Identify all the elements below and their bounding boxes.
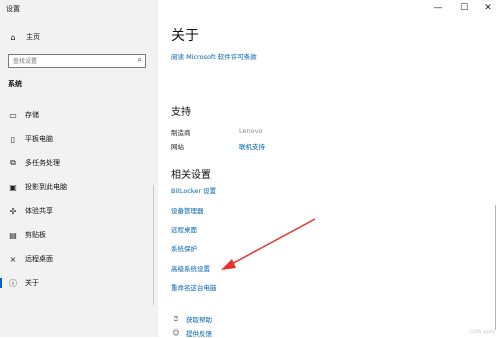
watermark: CSDN @Jully [470, 329, 495, 334]
annotation-arrow [221, 218, 316, 270]
arrow-head [221, 259, 236, 270]
arrow-shaft [227, 218, 316, 267]
